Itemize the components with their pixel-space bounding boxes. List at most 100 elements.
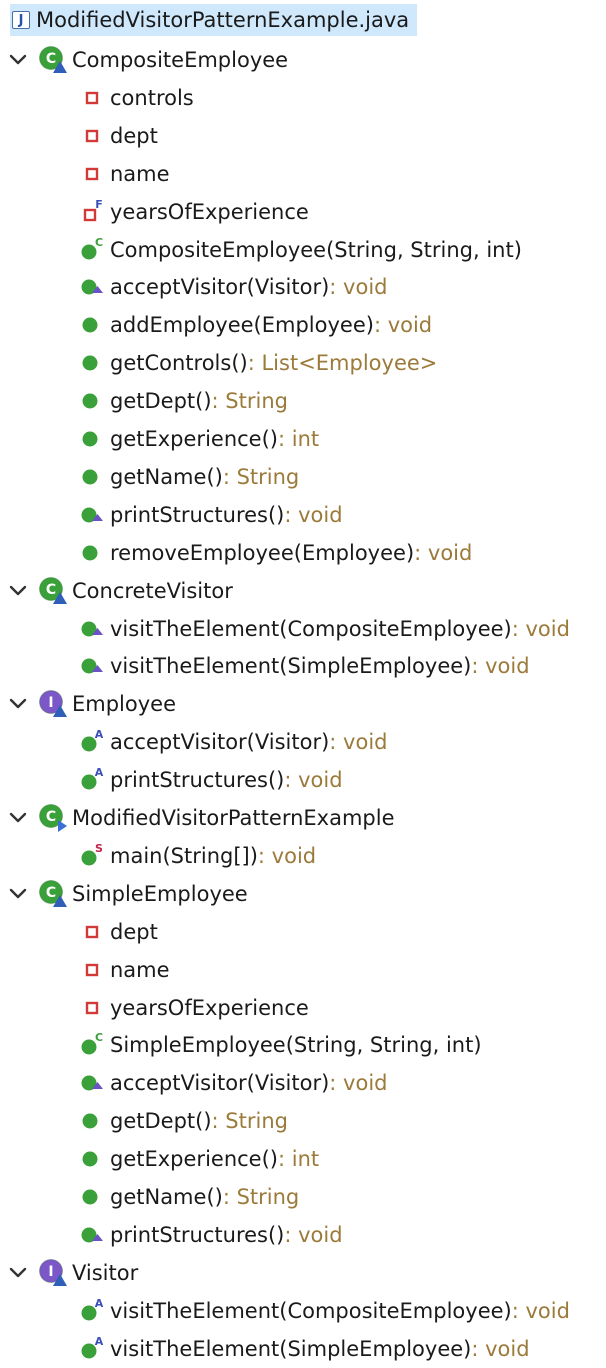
member-label: acceptVisitor(Visitor) bbox=[110, 275, 330, 300]
member-return-type: : List<Employee> bbox=[247, 351, 438, 376]
class-icon: C bbox=[38, 45, 68, 75]
constructor-icon: C bbox=[78, 1031, 106, 1059]
member-node[interactable]: acceptVisitor(Visitor) : void bbox=[78, 1065, 388, 1101]
member-return-type: : void bbox=[414, 540, 473, 565]
svg-text:I: I bbox=[48, 695, 53, 711]
member-node[interactable]: yearsOfExperience bbox=[78, 990, 309, 1026]
type-node-modifiedvisitorpatternexample[interactable]: C ModifiedVisitorPatternExample bbox=[8, 800, 395, 836]
member-node[interactable]: FyearsOfExperience bbox=[78, 194, 309, 230]
class-icon: C bbox=[38, 576, 68, 606]
type-label: ConcreteVisitor bbox=[72, 578, 233, 603]
member-label: dept bbox=[110, 123, 158, 148]
member-label: getExperience() bbox=[110, 1147, 278, 1172]
member-label: yearsOfExperience bbox=[110, 199, 309, 224]
chevron-down-icon[interactable] bbox=[8, 694, 28, 714]
member-label: visitTheElement(SimpleEmployee) bbox=[110, 1336, 472, 1361]
member-node[interactable]: dept bbox=[78, 118, 158, 154]
chevron-down-icon[interactable] bbox=[8, 808, 28, 828]
member-node[interactable]: acceptVisitor(Visitor) : void bbox=[78, 269, 388, 305]
type-node-simpleemployee[interactable]: C SimpleEmployee bbox=[8, 876, 248, 912]
member-return-type: : void bbox=[329, 730, 388, 755]
outline-view: J ModifiedVisitorPatternExample.java C Co… bbox=[0, 0, 606, 1363]
private-field-icon bbox=[78, 160, 106, 188]
member-return-type: : void bbox=[284, 1222, 343, 1247]
type-node-visitor[interactable]: I Visitor bbox=[8, 1255, 138, 1291]
class-icon: C bbox=[38, 879, 68, 909]
member-node[interactable]: getControls() : List<Employee> bbox=[78, 345, 437, 381]
member-label: visitTheElement(SimpleEmployee) bbox=[110, 654, 472, 679]
override-method-icon bbox=[78, 652, 106, 680]
svg-text:I: I bbox=[48, 1264, 53, 1280]
type-label: Visitor bbox=[72, 1260, 139, 1285]
member-node[interactable]: printStructures() : void bbox=[78, 497, 343, 533]
svg-text:A: A bbox=[95, 728, 104, 741]
member-node[interactable]: printStructures() : void bbox=[78, 1217, 343, 1253]
member-return-type: : void bbox=[511, 1298, 570, 1323]
member-node[interactable]: dept bbox=[78, 914, 158, 950]
private-field-icon bbox=[78, 122, 106, 150]
member-node[interactable]: C CompositeEmployee(String, String, int) bbox=[78, 232, 522, 268]
runnable-class-icon: C bbox=[38, 803, 68, 833]
member-label: getExperience() bbox=[110, 427, 278, 451]
member-label: getDept() bbox=[110, 389, 212, 414]
member-node[interactable]: name bbox=[78, 952, 170, 988]
svg-text:F: F bbox=[95, 198, 103, 211]
member-label: name bbox=[110, 161, 170, 186]
member-return-type: : String bbox=[211, 1109, 288, 1134]
member-node[interactable]: AvisitTheElement(SimpleEmployee) : void bbox=[78, 1331, 530, 1367]
public-method-icon bbox=[78, 539, 106, 567]
public-method-icon bbox=[78, 463, 106, 491]
public-method-icon bbox=[78, 387, 106, 415]
member-node[interactable]: AvisitTheElement(CompositeEmployee) : vo… bbox=[78, 1293, 570, 1329]
member-node[interactable]: AacceptVisitor(Visitor) : void bbox=[78, 724, 388, 760]
static-method-icon: S bbox=[78, 842, 106, 870]
member-node[interactable]: controls bbox=[78, 80, 194, 116]
member-return-type: : void bbox=[329, 1071, 388, 1096]
member-label: visitTheElement(CompositeEmployee) bbox=[110, 616, 512, 641]
override-method-icon bbox=[78, 615, 106, 643]
member-node[interactable]: AprintStructures() : void bbox=[78, 762, 343, 798]
file-label: ModifiedVisitorPatternExample.java bbox=[36, 8, 410, 32]
member-node[interactable]: C SimpleEmployee(String, String, int) bbox=[78, 1027, 482, 1063]
override-method-icon bbox=[78, 1221, 106, 1249]
abstract-method-icon: A bbox=[78, 1335, 106, 1363]
member-label: dept bbox=[110, 919, 158, 944]
abstract-method-icon: A bbox=[78, 1297, 106, 1325]
svg-text:C: C bbox=[95, 1031, 103, 1044]
file-node[interactable]: J ModifiedVisitorPatternExample.java bbox=[10, 4, 418, 36]
chevron-down-icon[interactable] bbox=[8, 50, 28, 70]
member-node[interactable]: getDept() : String bbox=[78, 1103, 288, 1139]
member-node[interactable]: addEmployee(Employee) : void bbox=[78, 307, 432, 343]
private-field-icon bbox=[78, 918, 106, 946]
member-label: printStructures() bbox=[110, 768, 285, 793]
member-node[interactable]: name bbox=[78, 156, 170, 192]
chevron-down-icon[interactable] bbox=[8, 884, 28, 904]
member-node[interactable]: getExperience() : int bbox=[78, 1141, 319, 1177]
member-node[interactable]: getExperience() : int bbox=[78, 421, 319, 457]
type-label: SimpleEmployee bbox=[72, 881, 248, 906]
type-node-employee[interactable]: I Employee bbox=[8, 686, 176, 722]
svg-text:A: A bbox=[95, 1335, 104, 1348]
type-node-concretevisitor[interactable]: C ConcreteVisitor bbox=[8, 573, 233, 609]
member-node[interactable]: getDept() : String bbox=[78, 383, 288, 419]
svg-text:C: C bbox=[46, 809, 56, 825]
chevron-down-icon[interactable] bbox=[8, 581, 28, 601]
svg-text:A: A bbox=[95, 766, 104, 779]
public-method-icon bbox=[78, 425, 106, 453]
override-method-icon bbox=[78, 1069, 106, 1097]
private-field-icon bbox=[78, 84, 106, 112]
type-node-compositeemployee[interactable]: C CompositeEmployee bbox=[8, 42, 288, 78]
member-node[interactable]: visitTheElement(SimpleEmployee) : void bbox=[78, 648, 530, 684]
member-node[interactable]: getName() : String bbox=[78, 1179, 299, 1215]
member-node[interactable]: getName() : String bbox=[78, 459, 299, 495]
member-node[interactable]: Smain(String[]) : void bbox=[78, 838, 316, 874]
chevron-down-icon[interactable] bbox=[8, 1263, 28, 1283]
member-node[interactable]: removeEmployee(Employee) : void bbox=[78, 535, 472, 571]
private-field-icon bbox=[78, 994, 106, 1022]
member-label: getDept() bbox=[110, 1109, 212, 1134]
member-return-type: : int bbox=[277, 1147, 320, 1172]
member-node[interactable]: visitTheElement(CompositeEmployee) : voi… bbox=[78, 611, 570, 647]
public-method-icon bbox=[78, 1107, 106, 1135]
member-return-type: : void bbox=[373, 313, 433, 338]
member-label: acceptVisitor(Visitor) bbox=[110, 730, 330, 755]
